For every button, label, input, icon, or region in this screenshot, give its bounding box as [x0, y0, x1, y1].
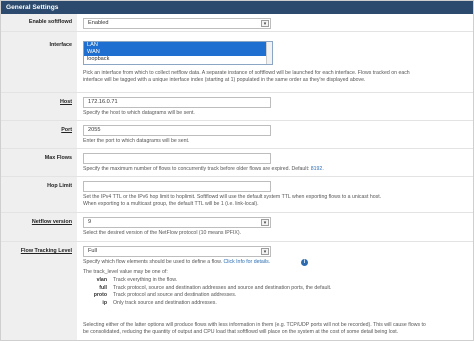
chevron-down-icon: ▾ — [261, 219, 269, 226]
interface-help-line1: Pick an interface from which to collect … — [83, 70, 410, 76]
enable-label: Enable softflowd — [28, 19, 72, 25]
listbox-scrollbar[interactable] — [266, 42, 272, 64]
interface-help: Pick an interface from which to collect … — [83, 70, 471, 85]
row-enable: Enable softflowd Enabled ▾ — [1, 14, 473, 32]
row-hop-limit: Hop Limit Set the IPv4 TTL or the IPv6 h… — [1, 177, 473, 213]
enable-select[interactable]: Enabled ▾ — [83, 18, 271, 29]
flow-tracking-help: Specify which flow elements should be us… — [83, 259, 471, 266]
track-level-desc: Track everything in the flow. — [113, 277, 178, 283]
interface-option-wan[interactable]: WAN — [84, 49, 272, 56]
track-level-key: ip — [102, 299, 107, 306]
row-netflow-version: Netflow version 9 ▾ Select the desired v… — [1, 213, 473, 242]
track-level-desc: Only track source and destination addres… — [113, 299, 217, 306]
track-level-desc: Track protocol, source and destination a… — [113, 284, 332, 291]
interface-help-line2: interface will be tagged with a unique i… — [83, 77, 366, 84]
max-flows-default-link[interactable]: 8192 — [311, 166, 323, 172]
port-help: Enter the port to which datagrams will b… — [83, 138, 190, 144]
chevron-down-icon: ▾ — [261, 20, 269, 27]
max-flows-help-end: . — [322, 166, 324, 172]
flow-tracking-label: Flow Tracking Level — [20, 248, 72, 254]
host-help: Specify the host to which datagrams will… — [83, 110, 195, 116]
track-level-key: proto — [93, 292, 107, 299]
interface-label: Interface — [49, 42, 72, 48]
hop-limit-label: Hop Limit — [47, 183, 72, 189]
host-label: Host — [60, 99, 72, 105]
track-level-note: Selecting either of the latter options w… — [83, 322, 471, 337]
panel-title: General Settings — [1, 1, 473, 14]
interface-listbox[interactable]: LAN WAN loopback — [83, 41, 273, 65]
netflow-version-help: Select the desired version of the NetFlo… — [83, 230, 242, 236]
track-level-item: ip Only track source and destination add… — [83, 300, 471, 308]
netflow-version-label: Netflow version — [31, 219, 72, 225]
netflow-version-value: 9 — [88, 219, 92, 225]
netflow-version-select[interactable]: 9 ▾ — [83, 217, 271, 228]
flow-tracking-value: Full — [88, 248, 98, 254]
info-icon[interactable]: i — [301, 259, 308, 266]
flow-tracking-info-link[interactable]: Click Info for details. — [223, 259, 270, 265]
enable-select-value: Enabled — [88, 20, 109, 26]
max-flows-help: Specify the maximum number of flows to c… — [83, 166, 471, 173]
general-settings-panel: General Settings Enable softflowd Enable… — [0, 0, 474, 341]
track-level-intro: The track_level value may be one of: — [83, 269, 168, 275]
flow-tracking-help-text: Specify which flow elements should be us… — [83, 259, 224, 265]
track-level-key: full — [99, 284, 107, 291]
interface-option-loopback[interactable]: loopback — [84, 56, 272, 63]
chevron-down-icon: ▾ — [261, 248, 269, 255]
host-input[interactable]: 172.16.0.71 — [83, 97, 271, 108]
track-level-note-line1: Selecting either of the latter options w… — [83, 322, 426, 328]
track-level-desc: Track protocol and source and destinatio… — [113, 292, 237, 299]
max-flows-label: Max Flows — [44, 155, 72, 161]
hop-limit-help-line2: When exporting to a multicast group, the… — [83, 201, 259, 208]
hop-limit-help-line1: Set the IPv4 TTL or the IPv6 hop limit t… — [83, 194, 382, 200]
hop-limit-input[interactable] — [83, 181, 271, 192]
port-label: Port — [61, 127, 72, 133]
row-flow-tracking: Flow Tracking Level Full ▾ Specify which… — [1, 242, 473, 340]
hop-limit-help: Set the IPv4 TTL or the IPv6 hop limit t… — [83, 194, 471, 209]
row-interface: Interface LAN WAN loopback Pick an inter… — [1, 32, 473, 93]
max-flows-input[interactable] — [83, 153, 271, 164]
max-flows-help-text: Specify the maximum number of flows to c… — [83, 166, 311, 172]
interface-option-lan[interactable]: LAN — [84, 42, 272, 49]
row-host: Host 172.16.0.71 Specify the host to whi… — [1, 93, 473, 121]
track-level-key: vlan — [96, 277, 107, 283]
flow-tracking-select[interactable]: Full ▾ — [83, 246, 271, 257]
port-input[interactable]: 2055 — [83, 125, 271, 136]
row-max-flows: Max Flows Specify the maximum number of … — [1, 149, 473, 177]
track-level-note-line2: be consolidated, reducing the quantity o… — [83, 329, 399, 336]
row-port: Port 2055 Enter the port to which datagr… — [1, 121, 473, 149]
